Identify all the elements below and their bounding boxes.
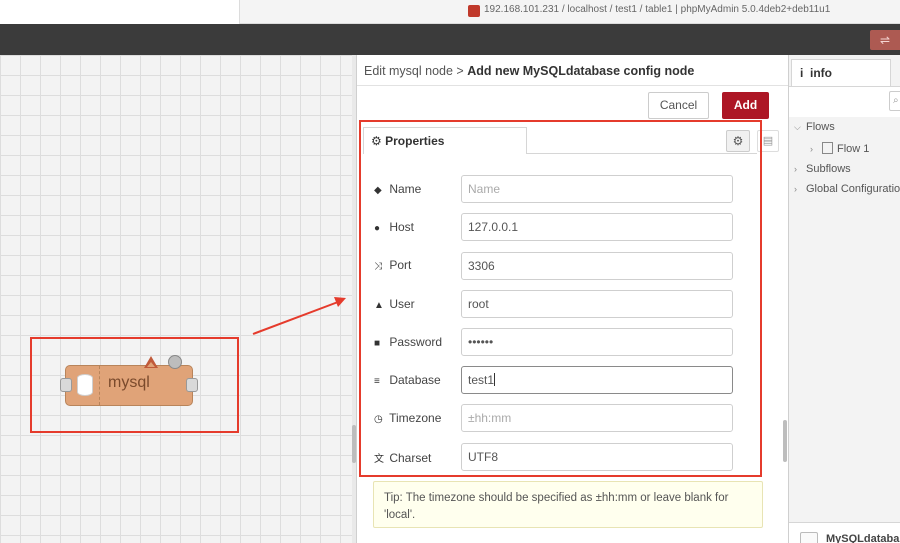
tree-item-flows[interactable]: ⌵ Flows (794, 121, 835, 133)
chevron-down-icon: ⌵ (794, 122, 801, 132)
flow-icon (822, 142, 833, 154)
tray-title: Edit mysql node > Add new MySQLdatabase … (364, 64, 694, 78)
tray-divider (357, 85, 788, 86)
tab-info[interactable]: i info (791, 59, 891, 86)
tree-item-global-config[interactable]: › Global Configuration (794, 183, 900, 195)
cancel-button[interactable]: Cancel (648, 92, 709, 119)
info-tab-label: info (810, 66, 833, 80)
highlight-box-form (359, 120, 762, 477)
info-icon: i (800, 66, 804, 80)
timezone-tip: Tip: The timezone should be specified as… (373, 481, 763, 528)
tree-flow1-label: Flow 1 (837, 143, 870, 155)
tree-subflows-label: Subflows (806, 163, 851, 175)
node-type-icon (800, 532, 818, 543)
tree-item-flow1[interactable]: › Flow 1 (810, 142, 869, 155)
breadcrumb-edit-node[interactable]: Edit mysql node (364, 64, 453, 78)
chevron-right-icon: › (810, 144, 813, 154)
tree-flows-label: Flows (806, 121, 835, 133)
file-icon: ▤ (762, 135, 774, 147)
chevron-right-icon: › (794, 164, 797, 174)
chevron-right-icon: › (794, 184, 797, 194)
add-button[interactable]: Add (722, 92, 769, 119)
tree-global-config-label: Global Configuration (806, 183, 900, 195)
tray-resize-handle[interactable] (783, 420, 787, 462)
tree-item-subflows[interactable]: › Subflows (794, 163, 851, 175)
tray-heading: Add new MySQLdatabase config node (467, 64, 695, 78)
search-icon[interactable]: ⌕ (889, 91, 900, 111)
breadcrumb-separator: > (456, 64, 464, 78)
selected-node-type: MySQLdatabase (826, 533, 900, 543)
sidebar-toolbar (789, 87, 900, 117)
